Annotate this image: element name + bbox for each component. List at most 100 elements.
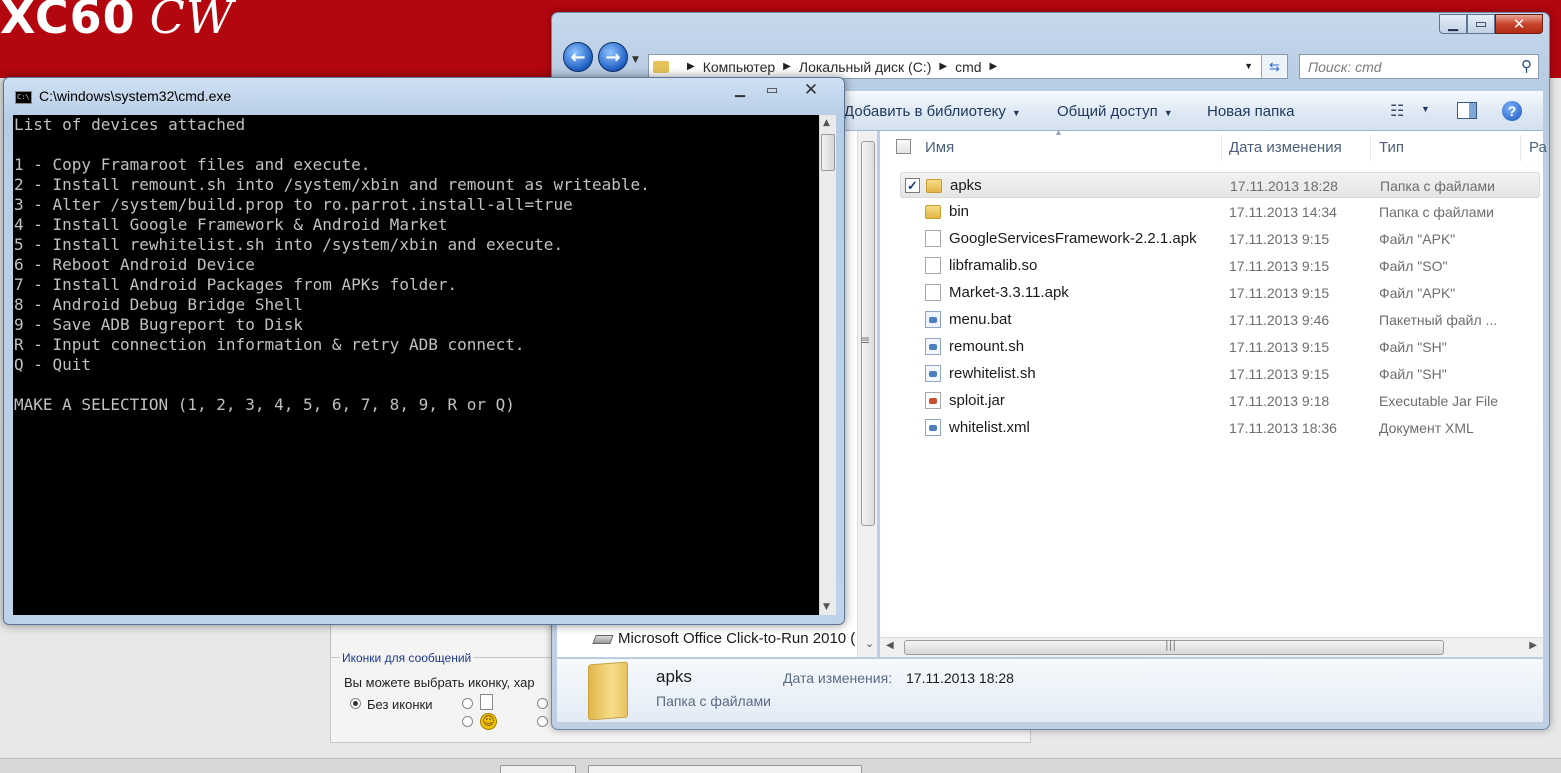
file-date: 17.11.2013 9:15 [1229,339,1330,355]
view-dropdown-arrow[interactable]: ▼ [1421,104,1430,114]
file-type: Файл "SH" [1379,339,1447,355]
address-history-dropdown[interactable]: ▼ [1244,61,1253,71]
chevron-down-icon[interactable]: ⌄ [865,637,874,650]
cmd-window-title: C:\windows\system32\cmd.exe [39,88,232,104]
view-options-button[interactable]: ☷ [1390,101,1410,120]
file-type: Папка с файлами [1380,178,1495,194]
scrollbar-grip: ||| [1165,638,1177,651]
cmd-app-icon[interactable]: C:\ [15,91,32,104]
minimize-button[interactable]: ▁ [726,80,754,100]
maximize-icon: ▭ [1474,16,1488,32]
breadcrumb-local-disk[interactable]: Локальный диск (C:) [799,59,932,75]
minimize-button[interactable]: ▁ [1439,14,1467,34]
cmd-caption-buttons: ▁ ▭ ✕ [726,80,832,100]
radio-note-icon[interactable] [462,698,473,709]
column-divider[interactable] [1520,135,1521,161]
file-row[interactable]: libframalib.so 17.11.2013 9:15 Файл "SO" [900,253,1540,279]
web-button-1[interactable] [500,765,576,773]
site-logo[interactable]: XC60 CW [0,0,234,44]
close-button[interactable]: ✕ [790,80,832,100]
chevron-right-icon[interactable]: ▶ [939,61,947,72]
note-icon [480,694,493,710]
radio-smile-icon[interactable] [462,716,473,727]
console-output[interactable]: List of devices attached 1 - Copy Framaro… [13,115,819,615]
console-line: 9 - Save ADB Bugreport to Disk [14,315,303,334]
radio-icon-4[interactable] [537,716,548,727]
batch-file-icon [925,311,941,328]
file-date: 17.11.2013 18:36 [1229,420,1337,436]
search-input[interactable]: Поиск: cmd ⚲ [1299,54,1539,79]
file-row[interactable]: rewhitelist.sh 17.11.2013 9:15 Файл "SH" [900,361,1540,387]
chevron-right-icon[interactable]: ▶ [687,61,695,72]
recent-pages-dropdown[interactable]: ▼ [632,55,639,65]
refresh-icon: ⇆ [1269,59,1280,74]
console-line: List of devices attached [14,115,246,134]
column-divider[interactable] [1221,135,1222,161]
file-row[interactable]: menu.bat 17.11.2013 9:46 Пакетный файл ... [900,307,1540,333]
explorer-caption-buttons: ▁ ▭ ✕ [1439,14,1543,34]
scroll-right-icon[interactable]: ▶ [1529,640,1537,651]
search-icon[interactable]: ⚲ [1521,57,1532,75]
navigation-pane-scrollbar[interactable] [857,131,877,657]
nav-item-office-click-to-run[interactable]: Microsoft Office Click-to-Run 2010 ( [618,630,855,647]
file-date: 17.11.2013 18:28 [1230,178,1338,194]
chevron-right-icon[interactable]: ▶ [990,61,998,72]
file-name: sploit.jar [949,392,1005,409]
console-vertical-scrollbar[interactable]: ▲ ▼ [819,115,836,615]
address-bar[interactable]: ▶ Компьютер ▶ Локальный диск (C:) ▶ cmd … [648,54,1288,79]
console-line: 1 - Copy Framaroot files and execute. [14,155,371,174]
maximize-button[interactable]: ▭ [758,80,786,100]
file-row[interactable]: bin 17.11.2013 14:34 Папка с файлами [900,199,1540,225]
pane-splitter-grip[interactable]: ≡ [860,333,870,347]
details-item-name: apks [656,667,692,686]
column-header-name[interactable]: Имя [925,139,954,156]
details-date-value: 17.11.2013 18:28 [906,670,1014,686]
console-line: 3 - Alter /system/build.prop to ro.parro… [14,195,573,214]
add-to-library-button[interactable]: Добавить в библиотеку ▼ [844,103,1021,120]
file-type: Файл "SO" [1379,258,1448,274]
file-row[interactable]: GoogleServicesFramework-2.2.1.apk 17.11.2… [900,226,1540,252]
scroll-left-icon[interactable]: ◀ [886,640,894,651]
maximize-button[interactable]: ▭ [1467,14,1495,34]
column-header-type[interactable]: Тип [1379,139,1404,156]
close-button[interactable]: ✕ [1495,14,1543,34]
chevron-right-icon[interactable]: ▶ [783,61,791,72]
file-icon [925,230,941,247]
message-icons-hint: Вы можете выбрать иконку, хар [344,675,535,690]
scrollbar-thumb[interactable] [821,134,835,171]
forward-button[interactable]: → [598,42,628,72]
file-list-horizontal-scrollbar[interactable]: ◀ ||| ▶ [880,637,1543,657]
breadcrumb-cmd[interactable]: cmd [955,59,981,75]
back-button[interactable]: ← [563,42,593,72]
radio-no-icon-label: Без иконки [367,697,433,712]
web-button-2[interactable] [588,765,862,773]
refresh-button[interactable]: ⇆ [1261,55,1287,78]
column-divider[interactable] [1370,135,1371,161]
breadcrumb-computer[interactable]: Компьютер [703,59,775,75]
scroll-down-icon[interactable]: ▼ [823,602,830,612]
smile-icon: ☺ [480,713,497,730]
help-button[interactable]: ? [1502,101,1522,121]
file-type: Документ XML [1379,420,1474,436]
drive-icon [592,635,614,644]
new-folder-button[interactable]: Новая папка [1207,103,1294,120]
radio-icon-3[interactable] [537,698,548,709]
share-button[interactable]: Общий доступ ▼ [1057,103,1173,120]
sort-ascending-icon: ▲ [1054,127,1063,137]
file-row[interactable]: Market-3.3.11.apk 17.11.2013 9:15 Файл "AP… [900,280,1540,306]
file-row[interactable]: sploit.jar 17.11.2013 9:18 Executable Jar … [900,388,1540,414]
chevron-down-icon: ▼ [1163,108,1173,118]
console-line: 8 - Android Debug Bridge Shell [14,295,303,314]
column-header-date[interactable]: Дата изменения [1229,139,1342,156]
file-row[interactable]: remount.sh 17.11.2013 9:15 Файл "SH" [900,334,1540,360]
file-row[interactable]: ✓ apks 17.11.2013 18:28 Папка с файлами [900,172,1540,198]
row-checkbox[interactable]: ✓ [905,178,920,193]
preview-pane-button[interactable] [1457,102,1477,119]
file-row[interactable]: whitelist.xml 17.11.2013 18:36 Документ XM… [900,415,1540,441]
radio-no-icon[interactable] [350,698,361,709]
file-name: menu.bat [949,311,1012,328]
column-header-size[interactable]: Ра [1529,139,1547,156]
select-all-checkbox[interactable] [896,139,911,154]
scroll-up-icon[interactable]: ▲ [823,118,830,128]
